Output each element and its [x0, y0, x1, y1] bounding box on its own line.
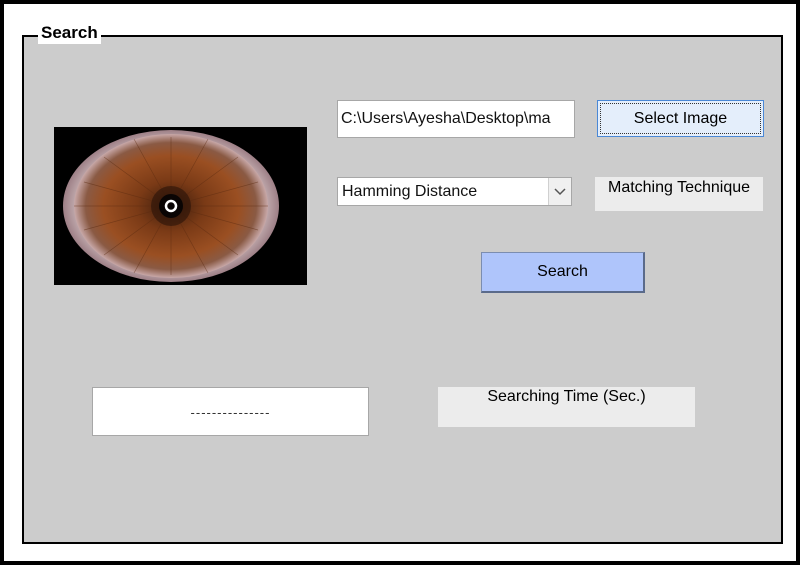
matching-technique-label: Matching Technique [595, 177, 763, 211]
search-button[interactable]: Search [481, 252, 645, 293]
chevron-down-icon[interactable] [548, 178, 571, 205]
iris-graphic [54, 127, 307, 285]
group-title: Search [38, 22, 101, 44]
matching-technique-dropdown[interactable]: Hamming Distance [337, 177, 572, 206]
result-field: --------------- [92, 387, 369, 436]
iris-image [54, 127, 307, 285]
searching-time-label: Searching Time (Sec.) [438, 387, 695, 427]
select-image-button[interactable]: Select Image [597, 100, 764, 137]
selected-technique: Hamming Distance [342, 183, 478, 200]
image-path-field[interactable]: C:\Users\Ayesha\Desktop\ma [337, 100, 575, 138]
